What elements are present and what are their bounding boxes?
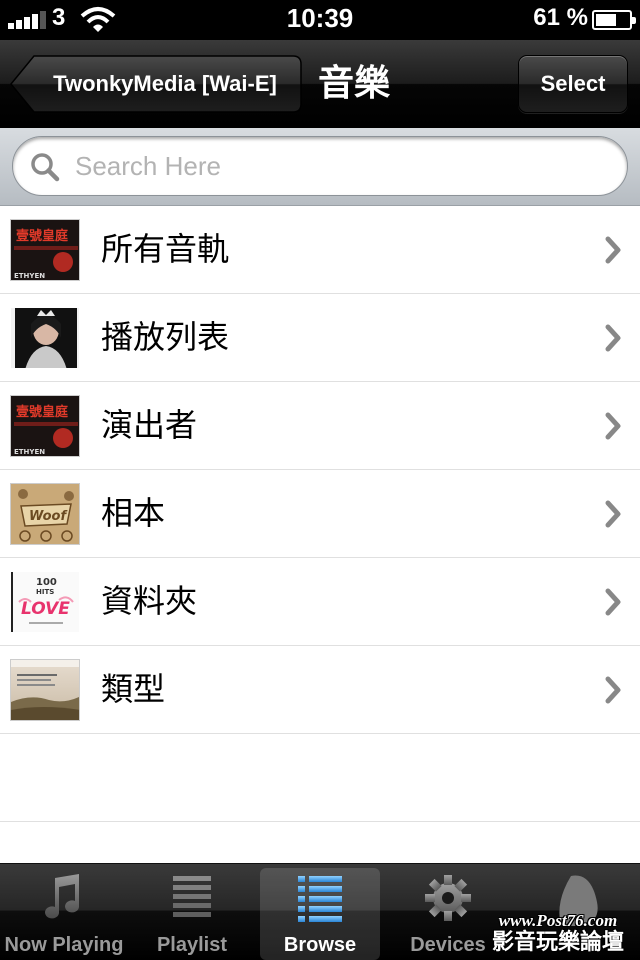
tab-label: Playlist bbox=[156, 934, 228, 956]
album-cover-text: 壹號皇庭 bbox=[16, 404, 69, 420]
chevron-right-icon bbox=[605, 412, 621, 440]
list-item[interactable]: Woof 相本 bbox=[0, 470, 640, 558]
list-item[interactable]: 100 HITS LOVE 資料夾 bbox=[0, 558, 640, 646]
search-icon bbox=[31, 153, 60, 182]
tab-playlist[interactable]: Playlist bbox=[128, 864, 256, 960]
browse-list-icon bbox=[298, 876, 342, 922]
music-note-icon bbox=[45, 874, 80, 919]
empty-row bbox=[0, 734, 640, 822]
album-art-red: 壹號皇庭 ETHYEN bbox=[10, 219, 80, 281]
album-art-red: 壹號皇庭 ETHYEN bbox=[10, 395, 80, 457]
list-lines-icon bbox=[173, 876, 211, 917]
chevron-right-icon bbox=[605, 236, 621, 264]
search-bar bbox=[0, 128, 640, 206]
album-cover-text: LOVE bbox=[21, 599, 70, 619]
svg-text:HITS: HITS bbox=[36, 588, 54, 596]
tab-browse[interactable]: Browse bbox=[256, 864, 384, 960]
select-button[interactable]: Select bbox=[518, 55, 628, 113]
navigation-bar: TwonkyMedia [Wai-E] 音樂 Select bbox=[0, 40, 640, 128]
list-item-label: 資料夾 bbox=[101, 582, 198, 620]
list-item-label: 播放列表 bbox=[101, 318, 230, 356]
chevron-right-icon bbox=[605, 676, 621, 704]
album-art-love: 100 HITS LOVE bbox=[10, 571, 80, 633]
gear-icon bbox=[425, 875, 471, 921]
watermark-forum-name: 影音玩樂論壇 bbox=[491, 929, 624, 954]
search-input[interactable] bbox=[75, 137, 605, 195]
album-cover-text: Woof bbox=[29, 509, 68, 524]
svg-text:ETHYEN: ETHYEN bbox=[14, 448, 45, 456]
watermark: www.Post76.com 影音玩樂論壇 bbox=[478, 912, 638, 958]
browse-list: 壹號皇庭 ETHYEN 所有音軌 播放列表 壹號皇庭 ETHYEN 演出者 Wo… bbox=[0, 206, 640, 822]
chevron-right-icon bbox=[605, 324, 621, 352]
search-field[interactable] bbox=[12, 136, 628, 196]
back-button[interactable]: TwonkyMedia [Wai-E] bbox=[10, 55, 302, 113]
album-cover-text: 壹號皇庭 bbox=[16, 228, 69, 244]
list-item-label: 類型 bbox=[101, 670, 166, 708]
back-button-label: TwonkyMedia [Wai-E] bbox=[53, 71, 277, 96]
list-item[interactable]: 壹號皇庭 ETHYEN 所有音軌 bbox=[0, 206, 640, 294]
tab-label: Browse bbox=[283, 934, 357, 956]
watermark-url: www.Post76.com bbox=[498, 911, 618, 930]
svg-text:100: 100 bbox=[36, 577, 57, 588]
album-art-landscape bbox=[10, 659, 80, 721]
list-item[interactable]: 播放列表 bbox=[0, 294, 640, 382]
status-bar: 3 10:39 61 % bbox=[0, 0, 640, 40]
list-item-label: 所有音軌 bbox=[101, 230, 230, 268]
battery-icon bbox=[592, 10, 636, 30]
tab-now-playing[interactable]: Now Playing bbox=[0, 864, 128, 960]
list-item-label: 演出者 bbox=[101, 406, 198, 444]
svg-text:ETHYEN: ETHYEN bbox=[14, 272, 45, 280]
album-art-woof: Woof bbox=[10, 483, 80, 545]
list-item[interactable]: 壹號皇庭 ETHYEN 演出者 bbox=[0, 382, 640, 470]
chevron-right-icon bbox=[605, 500, 621, 528]
list-item-label: 相本 bbox=[101, 494, 166, 532]
album-art-portrait bbox=[10, 307, 80, 369]
chevron-right-icon bbox=[605, 588, 621, 616]
tab-label: Now Playing bbox=[4, 934, 124, 956]
list-item[interactable]: 類型 bbox=[0, 646, 640, 734]
page-title: 音樂 bbox=[318, 63, 391, 104]
battery-percent: 61 % bbox=[533, 4, 588, 31]
